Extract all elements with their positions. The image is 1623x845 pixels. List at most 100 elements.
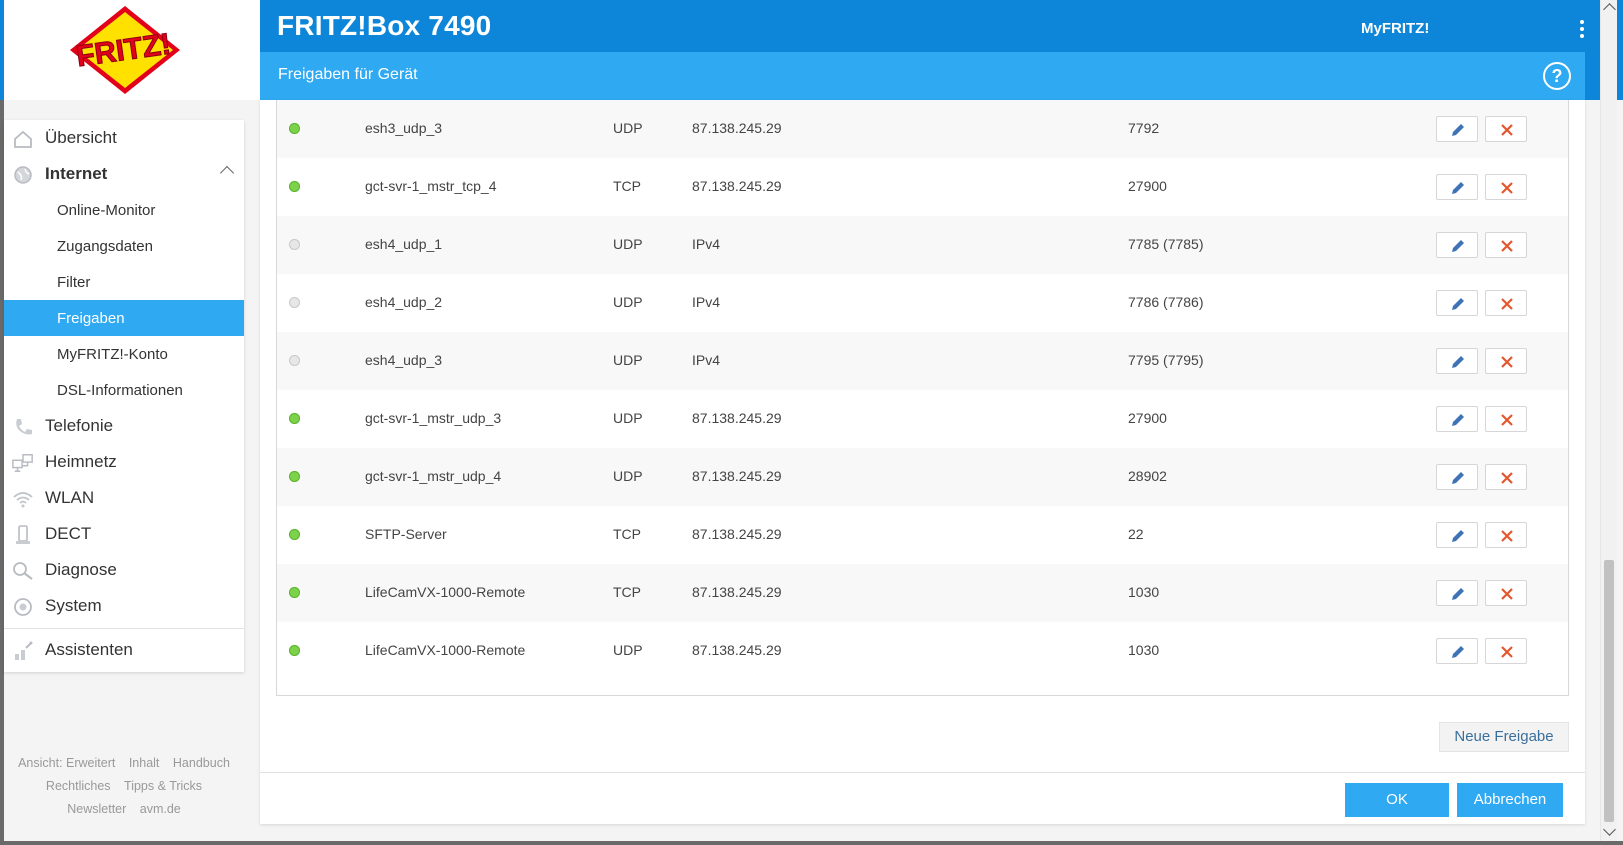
status-inactive-icon (289, 297, 300, 308)
pencil-icon (1452, 588, 1464, 600)
delete-button[interactable] (1485, 174, 1527, 200)
delete-button[interactable] (1485, 116, 1527, 142)
share-address: IPv4 (692, 352, 721, 368)
footer-content-link[interactable]: Inhalt (129, 756, 160, 770)
delete-button[interactable] (1485, 522, 1527, 548)
share-address: IPv4 (692, 236, 721, 252)
sidebar-item-uebersicht[interactable]: Übersicht (4, 120, 244, 156)
share-port: 7792 (1128, 120, 1160, 136)
table-row: LifeCamVX-1000-Remote TCP 87.138.245.29 … (277, 564, 1568, 622)
new-share-button[interactable]: Neue Freigabe (1439, 722, 1569, 752)
footer-links: Ansicht: Erweitert Inhalt Handbuch Recht… (4, 752, 244, 821)
sidebar-item-heimnetz[interactable]: Heimnetz (4, 444, 244, 480)
pencil-icon (1452, 646, 1464, 658)
globe-icon (14, 166, 32, 184)
cancel-button[interactable]: Abbrechen (1457, 783, 1563, 817)
delete-button[interactable] (1485, 464, 1527, 490)
close-icon (1501, 356, 1513, 368)
table-row: gct-svr-1_mstr_tcp_4 TCP 87.138.245.29 2… (277, 158, 1568, 216)
sidebar-subitem-online-monitor[interactable]: Online-Monitor (4, 192, 244, 228)
sidebar-subitem-filter[interactable]: Filter (4, 264, 244, 300)
sidebar-item-system[interactable]: System (4, 588, 244, 624)
edit-button[interactable] (1436, 522, 1478, 548)
edit-button[interactable] (1436, 348, 1478, 374)
myfritz-link[interactable]: MyFRITZ! (1361, 20, 1429, 37)
status-inactive-icon (289, 239, 300, 250)
help-icon[interactable]: ? (1543, 62, 1571, 90)
pencil-icon (1452, 182, 1464, 194)
delete-button[interactable] (1485, 348, 1527, 374)
share-protocol: UDP (613, 352, 643, 368)
share-address: 87.138.245.29 (692, 120, 782, 136)
sidebar-item-internet[interactable]: Internet (4, 156, 244, 192)
table-row: esh3_udp_3 UDP 87.138.245.29 7792 (277, 100, 1568, 158)
footer-tips-link[interactable]: Tipps & Tricks (124, 779, 202, 793)
ok-button[interactable]: OK (1345, 783, 1449, 817)
footer-manual-link[interactable]: Handbuch (173, 756, 230, 770)
scroll-down-icon[interactable] (1603, 823, 1616, 836)
footer-newsletter-link[interactable]: Newsletter (67, 802, 126, 816)
fritz-logo[interactable]: FRITZ! (66, 4, 184, 96)
edit-button[interactable] (1436, 290, 1478, 316)
share-port: 1030 (1128, 642, 1160, 658)
edit-button[interactable] (1436, 116, 1478, 142)
pencil-icon (1452, 124, 1464, 136)
edit-button[interactable] (1436, 174, 1478, 200)
delete-button[interactable] (1485, 232, 1527, 258)
pencil-icon (1452, 414, 1464, 426)
status-active-icon (289, 587, 300, 598)
edit-button[interactable] (1436, 232, 1478, 258)
delete-button[interactable] (1485, 580, 1527, 606)
logo-area: FRITZ! (4, 0, 260, 100)
dialog-content: esh3_udp_3 UDP 87.138.245.29 7792 gct-sv… (260, 100, 1585, 824)
delete-button[interactable] (1485, 406, 1527, 432)
scrollbar-thumb[interactable] (1604, 560, 1614, 822)
chevron-up-icon[interactable] (219, 165, 235, 181)
sidebar-item-label: System (45, 596, 102, 615)
system-icon (14, 598, 32, 616)
more-menu-icon[interactable] (1576, 20, 1588, 40)
sidebar-item-dect[interactable]: DECT (4, 516, 244, 552)
status-active-icon (289, 529, 300, 540)
edit-button[interactable] (1436, 464, 1478, 490)
status-active-icon (289, 645, 300, 656)
sidebar-subitem-myfritz-konto[interactable]: MyFRITZ!-Konto (4, 336, 244, 372)
edit-button[interactable] (1436, 406, 1478, 432)
sidebar-subitem-zugangsdaten[interactable]: Zugangsdaten (4, 228, 244, 264)
app-title: FRITZ!Box 7490 (277, 10, 492, 41)
vertical-scrollbar[interactable] (1600, 0, 1617, 845)
share-protocol: UDP (613, 642, 643, 658)
sidebar-item-label: WLAN (45, 488, 95, 507)
share-address: 87.138.245.29 (692, 584, 782, 600)
sidebar-item-diagnose[interactable]: Diagnose (4, 552, 244, 588)
table-row: esh4_udp_2 UDP IPv4 7786 (7786) (277, 274, 1568, 332)
close-icon (1501, 124, 1513, 136)
edit-button[interactable] (1436, 638, 1478, 664)
share-protocol: UDP (613, 120, 643, 136)
edit-button[interactable] (1436, 580, 1478, 606)
sidebar-item-assistenten[interactable]: Assistenten (4, 632, 244, 668)
sidebar-item-wlan[interactable]: WLAN (4, 480, 244, 516)
footer-legal-link[interactable]: Rechtliches (46, 779, 111, 793)
share-port: 7785 (7785) (1128, 236, 1204, 252)
delete-button[interactable] (1485, 638, 1527, 664)
sidebar-item-telefonie[interactable]: Telefonie (4, 408, 244, 444)
share-port: 7786 (7786) (1128, 294, 1204, 310)
share-protocol: UDP (613, 468, 643, 484)
pencil-icon (1452, 530, 1464, 542)
sidebar-item-label: Diagnose (45, 560, 117, 579)
delete-button[interactable] (1485, 290, 1527, 316)
close-icon (1501, 182, 1513, 194)
share-port: 27900 (1128, 410, 1167, 426)
footer-avm-link[interactable]: avm.de (140, 802, 181, 816)
scroll-up-icon[interactable] (1603, 3, 1616, 16)
footer-view-link[interactable]: Ansicht: Erweitert (18, 756, 115, 770)
sidebar-subitem-dsl-informationen[interactable]: DSL-Informationen (4, 372, 244, 408)
share-port: 28902 (1128, 468, 1167, 484)
sidebar-subitem-freigaben[interactable]: Freigaben (4, 300, 244, 336)
share-port: 7795 (7795) (1128, 352, 1204, 368)
table-row: LifeCamVX-1000-Remote UDP 87.138.245.29 … (277, 622, 1568, 680)
close-icon (1501, 646, 1513, 658)
pencil-icon (1452, 356, 1464, 368)
share-name: LifeCamVX-1000-Remote (365, 642, 526, 658)
